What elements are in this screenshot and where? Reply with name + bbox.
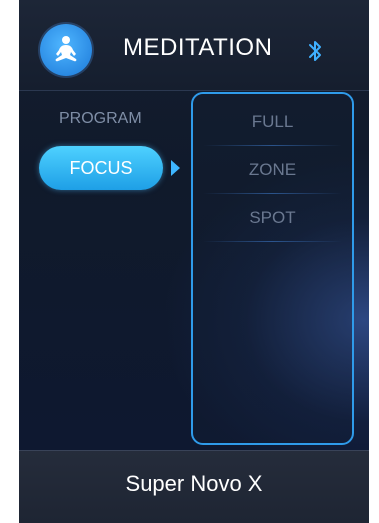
option-label: SPOT [249, 208, 296, 227]
focus-button[interactable]: FOCUS [39, 146, 163, 190]
selection-arrow-icon [171, 160, 180, 176]
option-full[interactable]: FULL [193, 98, 352, 146]
header-bar: MEDITATION [19, 0, 369, 90]
device-screen: MEDITATION PROGRAM FOCUS FULL ZONE SPOT … [19, 0, 369, 523]
options-panel: FULL ZONE SPOT [191, 92, 354, 445]
bluetooth-icon[interactable] [306, 38, 324, 64]
header-divider [19, 90, 369, 91]
device-name: Super Novo X [125, 471, 263, 496]
footer-bar: Super Novo X [19, 450, 369, 523]
option-zone[interactable]: ZONE [193, 146, 352, 194]
page-title: MEDITATION [123, 34, 273, 61]
option-label: FULL [251, 112, 294, 131]
meditation-icon[interactable] [40, 24, 92, 76]
option-spot[interactable]: SPOT [193, 194, 352, 242]
divider [203, 241, 342, 242]
option-label: ZONE [248, 160, 297, 179]
program-label: PROGRAM [59, 110, 142, 127]
